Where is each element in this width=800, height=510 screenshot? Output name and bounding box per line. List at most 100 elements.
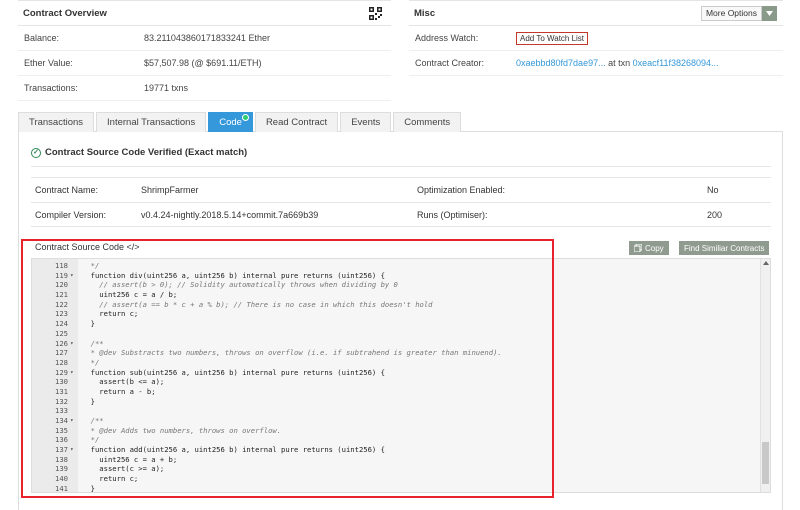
line-number: 141	[55, 483, 68, 493]
fold-toggle-icon[interactable]	[70, 329, 78, 339]
editor-scrollbar[interactable]	[760, 259, 770, 492]
code-line: 138 uint256 c = a + b;	[32, 455, 502, 465]
line-number: 130	[55, 377, 68, 387]
fold-toggle-icon[interactable]	[70, 464, 78, 474]
fold-toggle-icon[interactable]	[70, 290, 78, 300]
fold-toggle-icon[interactable]	[70, 426, 78, 436]
code-text: assert(b <= a);	[82, 377, 165, 387]
line-number: 120	[55, 280, 68, 290]
more-options-button[interactable]: More Options	[700, 5, 762, 21]
tab-internal-transactions[interactable]: Internal Transactions	[96, 112, 207, 132]
tab-code[interactable]: Code	[208, 112, 253, 132]
contract-creator-label: Contract Creator:	[415, 58, 485, 68]
code-line: 120 // assert(b > 0); // Solidity automa…	[32, 280, 502, 290]
fold-toggle-icon[interactable]	[70, 484, 78, 492]
fold-toggle-icon[interactable]	[70, 387, 78, 397]
code-line: 139 assert(c >= a);	[32, 464, 502, 474]
code-text: uint256 c = a / b;	[82, 290, 178, 300]
creator-txn-link[interactable]: 0xeacf11f38268094...	[633, 58, 719, 68]
fold-toggle-icon[interactable]: ▾	[70, 339, 78, 349]
contract-overview-header: Contract Overview	[18, 1, 391, 26]
runs-label: Runs (Optimiser):	[417, 209, 488, 220]
line-number: 136	[55, 435, 68, 445]
code-text: * @dev Adds two numbers, throws on overf…	[82, 425, 282, 435]
fold-toggle-icon[interactable]	[70, 474, 78, 484]
line-number: 122	[55, 299, 68, 309]
tab-code-label: Code	[219, 117, 242, 128]
line-number: 133	[55, 406, 68, 416]
code-text: */	[82, 435, 100, 445]
contract-name-label: Contract Name:	[35, 185, 99, 195]
add-to-watch-list-button[interactable]: Add To Watch List	[516, 31, 589, 45]
fold-toggle-icon[interactable]	[70, 397, 78, 407]
misc-header: Misc More Options	[409, 1, 783, 26]
code-line: 137 ▾ function add(uint256 a, uint256 b) …	[32, 445, 502, 455]
fold-toggle-icon[interactable]	[70, 280, 78, 290]
code-text: assert(c >= a);	[82, 464, 165, 474]
caret-down-icon[interactable]	[762, 5, 777, 21]
scrollbar-thumb[interactable]	[762, 442, 769, 484]
line-number: 119	[55, 270, 68, 280]
code-text: // assert(a == b * c + a % b); // There …	[82, 299, 433, 309]
ether-value-value: $57,507.98 (@ $691.11/ETH)	[144, 58, 262, 68]
code-line: 130 assert(b <= a);	[32, 377, 502, 387]
line-number: 127	[55, 348, 68, 358]
tab-transactions[interactable]: Transactions	[18, 112, 95, 132]
line-number: 129	[55, 367, 68, 377]
qr-code-icon[interactable]	[369, 6, 382, 20]
tab-events[interactable]: Events	[340, 112, 392, 132]
compiler-version-value: v0.4.24-nightly.2018.5.14+commit.7a669b3…	[141, 209, 319, 220]
fold-toggle-icon[interactable]: ▾	[70, 416, 78, 426]
line-number: 123	[55, 309, 68, 319]
fold-toggle-icon[interactable]	[70, 300, 78, 310]
ether-value-label: Ether Value:	[24, 58, 73, 68]
fold-toggle-icon[interactable]: ▾	[70, 271, 78, 281]
contract-creator-row: Contract Creator: 0xaebbd80fd7dae97... a…	[409, 51, 783, 76]
code-text: function div(uint256 a, uint256 b) inter…	[82, 270, 385, 280]
more-options-dropdown[interactable]: More Options	[700, 5, 777, 21]
fold-toggle-icon[interactable]	[70, 377, 78, 387]
find-similar-contracts-button[interactable]: Find Similiar Contracts	[679, 241, 770, 255]
line-number: 135	[55, 425, 68, 435]
address-watch-label: Address Watch:	[415, 33, 479, 43]
fold-toggle-icon[interactable]	[70, 435, 78, 445]
verified-heading: ✓ Contract Source Code Verified (Exact m…	[31, 147, 247, 158]
creator-address-link[interactable]: 0xaebbd80fd7dae97...	[516, 58, 606, 68]
fold-toggle-icon[interactable]: ▾	[70, 368, 78, 378]
tab-read-contract[interactable]: Read Contract	[254, 112, 339, 132]
check-circle-icon: ✓	[31, 147, 41, 158]
code-line: 127 * @dev Substracts two numbers, throw…	[32, 348, 502, 358]
misc-panel: Misc More Options Address Watch: Add To …	[409, 0, 783, 76]
fold-toggle-icon[interactable]	[70, 319, 78, 329]
line-number: 126	[55, 338, 68, 348]
contract-info-table: Contract Name: ShrimpFarmer Optimization…	[31, 177, 771, 227]
source-code-editor[interactable]: 118 */119 ▾ function div(uint256 a, uint2…	[31, 258, 771, 493]
fold-toggle-icon[interactable]	[70, 261, 78, 271]
fold-toggle-icon[interactable]	[70, 309, 78, 319]
fold-toggle-icon[interactable]: ▾	[70, 445, 78, 455]
fold-toggle-icon[interactable]	[70, 406, 78, 416]
code-line: 133	[32, 406, 502, 416]
code-line: 140 return c;	[32, 474, 502, 484]
line-number: 125	[55, 328, 68, 338]
code-text: * @dev Substracts two numbers, throws on…	[82, 348, 502, 358]
code-line: 125	[32, 329, 502, 339]
tab-comments[interactable]: Comments	[393, 112, 462, 132]
code-line: 136 */	[32, 435, 502, 445]
copy-button[interactable]: Copy	[629, 241, 669, 255]
fold-toggle-icon[interactable]	[70, 348, 78, 358]
code-text: }	[82, 483, 95, 493]
fold-toggle-icon[interactable]	[70, 455, 78, 465]
scroll-up-icon[interactable]	[763, 261, 769, 265]
transactions-value: 19771 txns	[144, 83, 189, 93]
fold-toggle-icon[interactable]	[70, 358, 78, 368]
code-text: /**	[82, 338, 104, 348]
line-number: 128	[55, 357, 68, 367]
panel-title: Contract Overview	[23, 7, 107, 19]
code-tab-body: ✓ Contract Source Code Verified (Exact m…	[18, 132, 783, 510]
code-line: 131 return a - b;	[32, 387, 502, 397]
code-line: 124 }	[32, 319, 502, 329]
code-line: 123 return c;	[32, 309, 502, 319]
contract-name-value: ShrimpFarmer	[141, 185, 199, 195]
